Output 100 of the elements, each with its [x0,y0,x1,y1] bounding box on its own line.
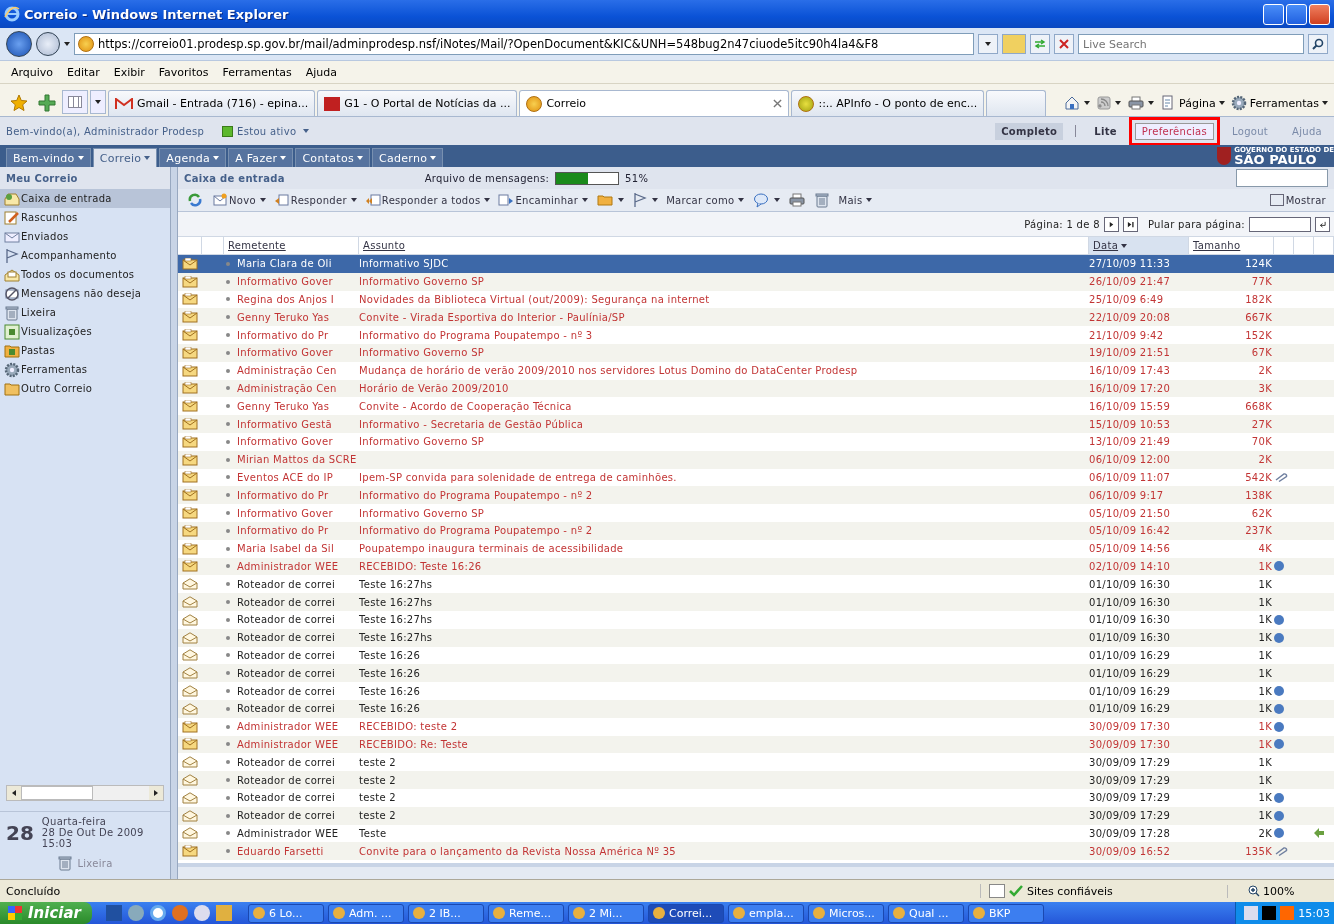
horizontal-scrollbar[interactable] [6,785,164,801]
home-button[interactable] [1063,95,1091,111]
menu-item[interactable]: Editar [60,65,107,79]
status-menu[interactable]: Estou ativo [222,125,310,137]
browser-icon[interactable] [150,905,166,921]
taskbar-button[interactable]: Adm. ... [328,903,404,923]
print-button[interactable] [788,192,807,208]
taskbar-button[interactable]: 6 Lo... [248,903,324,923]
column-header[interactable]: Remetente [228,240,286,251]
browser-tab[interactable]: Gmail - Entrada (716) - epina... [108,90,316,116]
taskbar-button[interactable]: Qual ... [888,903,964,923]
subject-text: Informativo do Programa Poupatempo - nº 3 [359,329,593,341]
browser-tab[interactable]: ::.. APInfo - O ponto de enc... [791,90,985,116]
toolbar-button[interactable]: Marcar como [666,194,745,206]
message-row[interactable]: Informativo Gestã Informativo - Secretaria de Gestão Pública 15/10/09 10:53 27K [178,415,1334,433]
nav-tab[interactable]: A Fazer [228,148,294,167]
back-button[interactable] [6,31,32,57]
taskbar-button[interactable]: 2 Mi... [568,903,644,923]
print-button[interactable] [1127,95,1155,111]
star-icon[interactable] [10,94,28,112]
taskbar-button[interactable]: BKP [968,903,1044,923]
view-link[interactable]: Completo [995,122,1064,140]
taskbar-button[interactable]: Micros... [808,903,884,923]
toolbar-button[interactable]: Responder a todos [364,192,491,208]
toolbar-button[interactable]: Página [1160,95,1225,111]
show-button[interactable]: Mostrar [1269,194,1326,206]
message-row[interactable]: Roteador de correi teste 2 30/09/09 17:29 1K [178,771,1334,789]
media-icon[interactable] [194,905,210,921]
nav-tab[interactable]: Caderno [372,148,444,167]
last-page-button[interactable] [1122,216,1138,232]
folder-item[interactable]: Ferramentas [0,360,170,379]
folder-item[interactable]: Caixa de entrada [0,189,170,208]
message-row[interactable]: Informativo do Pr Informativo do Programa Poupatempo - nº 2 06/10/09 9:17 138K [178,486,1334,505]
resize-handle[interactable] [178,867,1334,879]
toolbar-button[interactable]: Mais [838,194,873,206]
close-button[interactable] [1309,3,1330,25]
dropdown-button[interactable] [978,34,998,54]
nav-tab[interactable]: Correio [92,148,158,167]
size-text: 237K [1245,525,1272,537]
refresh-button[interactable] [1030,34,1050,54]
folder-item[interactable]: Pastas [0,341,170,360]
search-field[interactable] [1236,169,1328,187]
toolbar-button[interactable]: Encaminhar [498,192,589,208]
flag-button[interactable] [632,192,659,208]
tray-icon[interactable] [1262,906,1277,920]
folder-item[interactable]: Rascunhos [0,208,170,227]
minimize-button[interactable] [1263,3,1284,25]
message-row[interactable]: Roteador de correi Teste 16:27hs 01/10/09 16:30 1K [178,593,1334,611]
close-icon[interactable] [773,99,783,108]
folder-item[interactable]: Enviados [0,227,170,246]
taskbar-button[interactable]: empla... [728,903,804,923]
menu-item[interactable]: Arquivo [4,65,61,79]
restore-button[interactable] [1286,3,1307,25]
taskbar-button[interactable]: Reme... [488,903,564,923]
refresh-button[interactable] [186,192,204,208]
zoom-button[interactable]: 100% [1227,884,1328,898]
browser-tab[interactable]: Correio [519,90,790,116]
folder-item[interactable]: Outro Correio [0,379,170,398]
feed-button[interactable] [1096,95,1122,111]
toolbar-button[interactable]: Responder [273,192,357,208]
menu-item[interactable]: Ferramentas [215,65,299,79]
page-field[interactable] [1249,216,1311,232]
message-row[interactable]: Maria Clara de Oli Informativo SJDC 27/10/09 11:33 124K [178,255,1334,273]
folder-item[interactable]: Visualizações [0,322,170,341]
nav-tab[interactable]: Agenda [159,148,227,167]
go-button[interactable] [1315,216,1330,232]
message-row[interactable]: Genny Teruko Yas Convite - Virada Esportiva do Interior - Paulínia/SP 22/10/09 20:08 667K [178,308,1334,327]
search-field[interactable]: Live Search [1078,34,1304,54]
trash-button[interactable] [814,192,831,208]
view-link[interactable]: Lite [1088,122,1123,140]
address-field[interactable]: https://correio01.prodesp.sp.gov.br/mail/adminprodesp.nsf/iNotes/Mail/?OpenDocument&KIC&UNH=548bug2n47ciuode5itc90h4la4&F8 [74,33,974,55]
toolbar-button[interactable]: Novo [212,192,266,208]
stop-button[interactable] [1054,34,1074,54]
tray-icon[interactable] [1244,906,1259,920]
browser-tab[interactable]: G1 - O Portal de Notícias da ... [317,90,518,116]
column-header[interactable]: Assunto [363,240,406,251]
folder-item[interactable]: Lixeira [0,303,170,322]
next-page-button[interactable] [1103,216,1119,232]
folder-item[interactable]: Todos os documentos [0,265,170,284]
search-button[interactable] [1308,34,1328,54]
menu-item[interactable]: Favoritos [151,65,216,79]
toolbar-button[interactable]: Ferramentas [1230,95,1328,111]
menu-item[interactable]: Exibir [106,65,152,79]
sender-text: Administrador WEE [237,827,339,839]
taskbar-button[interactable]: Correi... [648,903,724,923]
nav-tab[interactable]: Bem-vindo [6,148,91,167]
message-row[interactable]: Roteador de correi Teste 16:26 01/10/09 16:29 1K [178,664,1334,683]
nav-tab[interactable]: Contatos [295,148,370,167]
last-icon [1126,220,1134,228]
message-row[interactable]: Eduardo Farsetti Convite para o lançamento da Revista Nossa América Nº 35 30/09/09 16:52 135K [178,842,1334,861]
menu-item[interactable]: Ajuda [298,65,345,79]
column-header[interactable]: Tamanho [1193,240,1241,251]
tab-list-button[interactable] [90,90,106,114]
forward-button[interactable] [36,32,60,56]
folder-item[interactable]: Mensagens não deseja [0,284,170,303]
taskbar-button[interactable]: 2 IB... [408,903,484,923]
add-favorite-icon[interactable] [38,94,56,112]
chat-button[interactable] [752,192,781,208]
folder-button[interactable] [596,192,625,208]
folder-item[interactable]: Acompanhamento [0,246,170,265]
